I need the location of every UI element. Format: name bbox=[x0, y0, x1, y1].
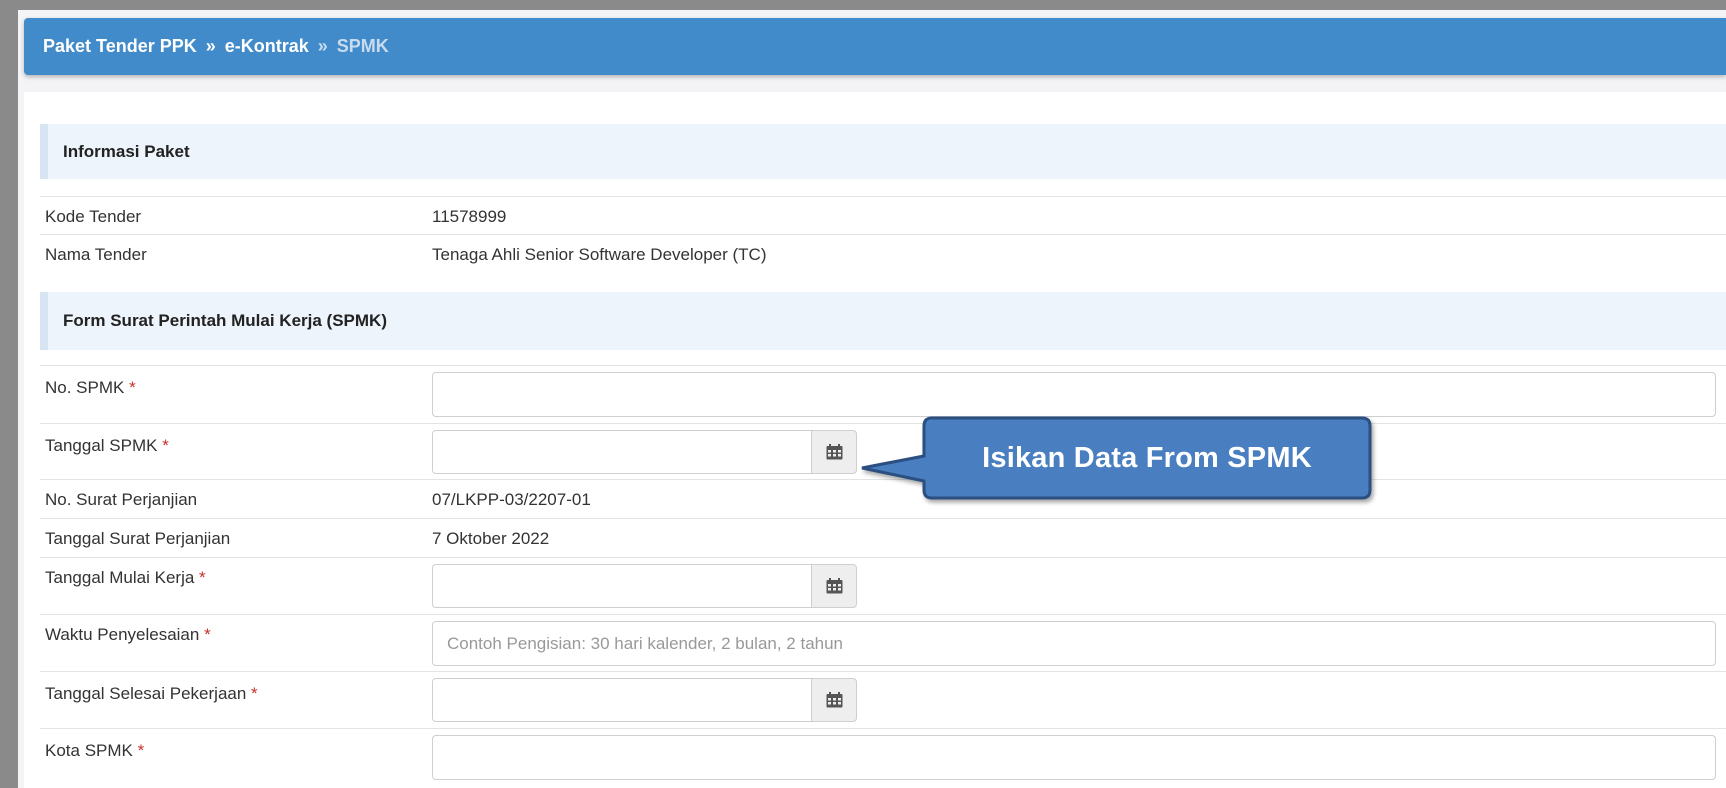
row-kota-spmk: Kota SPMK * bbox=[40, 728, 1726, 788]
tanggal-spmk-input[interactable] bbox=[432, 430, 811, 474]
nama-tender-label: Nama Tender bbox=[45, 245, 147, 264]
kode-tender-label: Kode Tender bbox=[45, 207, 142, 226]
breadcrumb-paket-tender-ppk[interactable]: Paket Tender PPK bbox=[43, 36, 197, 57]
no-spmk-input[interactable] bbox=[432, 372, 1716, 417]
nama-tender-value: Tenaga Ahli Senior Software Developer (T… bbox=[432, 245, 767, 264]
tanggal-mulai-kerja-field bbox=[432, 564, 857, 608]
tanggal-selesai-pekerjaan-calendar-button[interactable] bbox=[811, 678, 857, 722]
section-title: Informasi Paket bbox=[63, 141, 190, 161]
calendar-icon bbox=[826, 444, 842, 460]
tanggal-spmk-calendar-button[interactable] bbox=[811, 430, 857, 474]
section-title: Form Surat Perintah Mulai Kerja (SPMK) bbox=[63, 311, 387, 330]
waktu-penyelesaian-label: Waktu Penyelesaian * bbox=[45, 625, 211, 644]
tanggal-selesai-pekerjaan-input[interactable] bbox=[432, 678, 811, 722]
kode-tender-value: 11578999 bbox=[432, 207, 507, 226]
tanggal-surat-perjanjian-value: 7 Oktober 2022 bbox=[432, 529, 550, 548]
calendar-icon bbox=[826, 578, 842, 594]
tanggal-selesai-pekerjaan-field bbox=[432, 678, 857, 722]
row-nama-tender: Nama Tender Tenaga Ahli Senior Software … bbox=[40, 234, 1726, 272]
section-informasi-paket: Informasi Paket bbox=[40, 124, 1726, 179]
row-no-spmk: No. SPMK * bbox=[40, 365, 1726, 423]
tanggal-mulai-kerja-input[interactable] bbox=[432, 564, 811, 608]
section-form-spmk: Form Surat Perintah Mulai Kerja (SPMK) bbox=[40, 292, 1726, 350]
no-spmk-label: No. SPMK * bbox=[45, 378, 136, 397]
kota-spmk-label: Kota SPMK * bbox=[45, 741, 145, 760]
tanggal-selesai-pekerjaan-label: Tanggal Selesai Pekerjaan * bbox=[45, 684, 258, 703]
tanggal-spmk-field bbox=[432, 430, 857, 474]
row-tanggal-selesai-pekerjaan: Tanggal Selesai Pekerjaan * bbox=[40, 671, 1726, 728]
row-waktu-penyelesaian: Waktu Penyelesaian * Contoh Pengisian: 3… bbox=[40, 614, 1726, 671]
row-tanggal-mulai-kerja: Tanggal Mulai Kerja * bbox=[40, 557, 1726, 614]
row-tanggal-surat-perjanjian: Tanggal Surat Perjanjian 7 Oktober 2022 bbox=[40, 518, 1726, 557]
breadcrumb-separator: » bbox=[317, 36, 328, 56]
breadcrumb-current-spmk: SPMK bbox=[336, 36, 389, 56]
breadcrumb-e-kontrak[interactable]: e-Kontrak bbox=[225, 36, 309, 57]
no-surat-perjanjian-label: No. Surat Perjanjian bbox=[45, 490, 198, 509]
waktu-penyelesaian-input[interactable]: Contoh Pengisian: 30 hari kalender, 2 bu… bbox=[432, 621, 1716, 666]
callout-text: Isikan Data From SPMK bbox=[982, 441, 1312, 474]
row-kode-tender: Kode Tender 11578999 bbox=[40, 196, 1726, 234]
kota-spmk-input[interactable] bbox=[432, 735, 1716, 780]
breadcrumb-separator: » bbox=[205, 36, 216, 56]
tanggal-surat-perjanjian-label: Tanggal Surat Perjanjian bbox=[45, 529, 231, 548]
tanggal-mulai-kerja-label: Tanggal Mulai Kerja * bbox=[45, 568, 206, 587]
tanggal-mulai-kerja-calendar-button[interactable] bbox=[811, 564, 857, 608]
no-surat-perjanjian-value: 07/LKPP-03/2207-01 bbox=[432, 490, 591, 509]
breadcrumb: Paket Tender PPK » e-Kontrak » SPMK bbox=[24, 18, 1726, 75]
callout-annotation: Isikan Data From SPMK bbox=[861, 416, 1372, 500]
tanggal-spmk-label: Tanggal SPMK * bbox=[45, 436, 169, 455]
calendar-icon bbox=[826, 692, 842, 708]
